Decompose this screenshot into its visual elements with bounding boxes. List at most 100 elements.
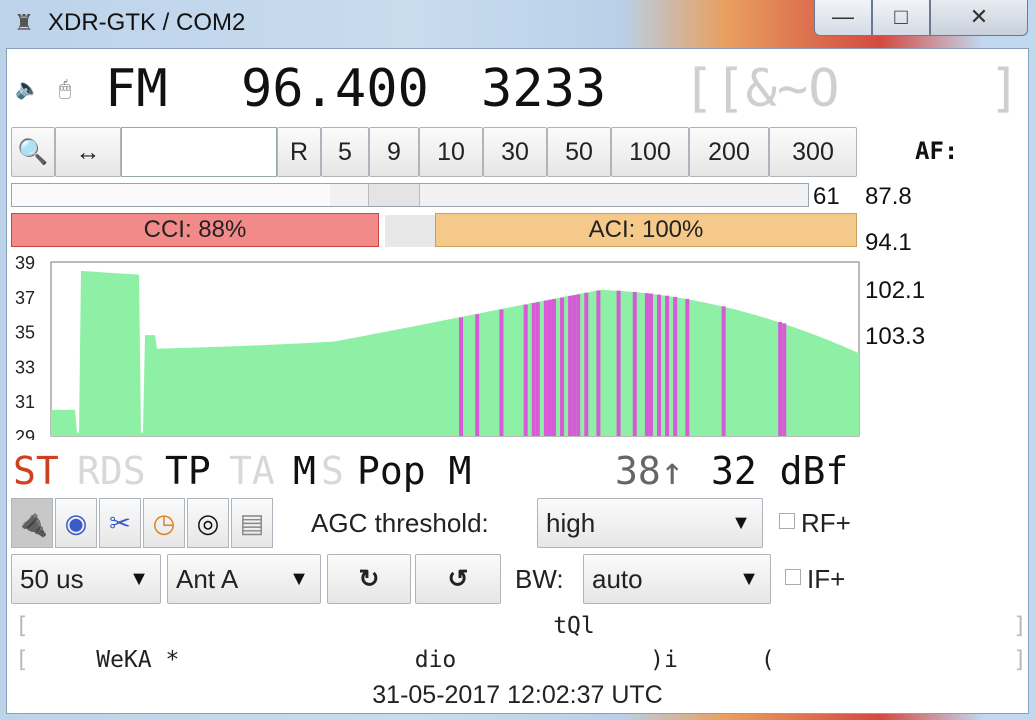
rotate-ccw-button[interactable]: ↺ [415,554,501,604]
step-100-button[interactable]: 100 [611,127,689,177]
step-9-button[interactable]: 9 [369,127,419,177]
deemphasis-select[interactable]: 50 us ▼ [11,554,161,604]
swap-button[interactable]: ↔ [55,127,121,177]
minimize-button[interactable]: — [814,0,872,36]
stereo-indicator: ST [13,449,59,493]
wireless-icon: ◉ [64,508,88,538]
speech-indicator: S [321,449,344,493]
spectrum-highlight-bar [782,323,787,436]
step-200-button[interactable]: 200 [689,127,769,177]
signal-level-handle[interactable] [368,184,420,206]
bw-label: BW: [515,564,564,594]
spectrum-highlight-bar [560,297,565,436]
clipboard-icon: ▤ [239,508,265,538]
spectrum-highlight-bar [475,314,480,436]
step-300-button[interactable]: 300 [769,127,857,177]
spectrum-highlight-bar [459,317,464,436]
signal-level-bar [11,183,809,207]
app-icon: ♜ [14,10,34,35]
spectrum-highlight-bar [551,299,556,436]
app-window: ♜ XDR-GTK / COM2 — □ ✕ 🔈 🖱 FM 96.400 323… [0,0,1035,720]
peak-level: 38↑ [615,449,684,493]
close-button[interactable]: ✕ [930,0,1028,36]
y-tick-label: 29 [15,427,35,440]
step-50-button[interactable]: 50 [547,127,611,177]
main-panel: 🔈 🖱 FM 96.400 3233 [[&~O ] 🔍 ↔ R 5 9 10 … [6,48,1029,714]
frequency-display[interactable]: 96.400 [241,59,429,119]
timestamp: 31-05-2017 12:02:37 UTC [372,681,663,709]
spectrum-highlight-bar [547,299,552,436]
if-plus-label: IF+ [807,564,846,594]
y-tick-label: 37 [15,288,35,308]
spectrum-highlight-bar [673,296,678,436]
af-label: AF: [915,137,959,165]
spectrum-highlight-bar [778,321,783,436]
signal-level-dbf: 32 dBf [711,449,849,493]
radiotext-line-1: tQl [27,613,595,639]
spectrum-highlight-bar [523,304,528,436]
radiotext-line-2: WeKA * dio )i ( [27,647,775,673]
scheduler-button[interactable]: ◷ [143,498,185,548]
agc-select[interactable]: high ▼ [537,498,763,548]
settings-button[interactable]: ✂ [99,498,141,548]
ta-indicator: TA [229,449,275,493]
aci-label: ACI: 100% [588,216,704,243]
spectrum-highlight-bar [721,306,726,436]
if-plus-checkbox[interactable] [785,569,801,585]
connect-button[interactable]: 🔌 [11,498,53,548]
cci-bar: CCI: 88% [11,213,379,247]
speaker-icon[interactable]: 🔈 [15,77,40,101]
pattern-button[interactable]: ◎ [187,498,229,548]
frequency-input[interactable] [121,127,277,177]
spectrum-highlight-bar [572,295,577,436]
step-30-button[interactable]: 30 [483,127,547,177]
spectrum-highlight-bar [543,300,548,436]
spectrum-highlight-bar [531,303,536,436]
clock-icon: ◷ [152,508,176,538]
step-r-button[interactable]: R [277,127,321,177]
agc-label: AGC threshold: [311,508,489,538]
spectrum-graph[interactable]: 39 37 35 33 31 29 [7,254,863,440]
af-item[interactable]: 94.1 [865,229,912,257]
rotate-cw-button[interactable]: ↻ [327,554,411,604]
signal-level-value: 61 [813,183,840,210]
step-5-button[interactable]: 5 [321,127,369,177]
plug-icon: 🔌 [15,508,49,538]
af-item[interactable]: 87.8 [865,183,912,211]
window-title: XDR-GTK / COM2 [48,9,246,36]
af-item[interactable]: 103.3 [865,323,925,351]
pty-label: Pop M [357,449,472,493]
step-10-button[interactable]: 10 [419,127,483,177]
maximize-button[interactable]: □ [872,0,930,36]
y-tick-label: 39 [15,254,35,273]
clipboard-button[interactable]: ▤ [231,498,273,548]
y-tick-label: 31 [15,392,35,412]
rds-indicator: RDS [77,449,146,493]
spectrum-highlight-bar [596,290,601,436]
y-tick-label: 35 [15,323,35,343]
search-icon: 🔍 [17,138,49,166]
tools-icon: ✂ [109,508,131,538]
af-item[interactable]: 102.1 [865,277,925,305]
bandwidth-value: auto [592,564,643,594]
spectrum-highlight-bar [576,294,581,436]
music-indicator: M [293,449,316,493]
mode-label: FM [105,59,168,119]
disc-icon: ◎ [196,508,220,538]
antenna-select[interactable]: Ant A ▼ [167,554,321,604]
bandwidth-select[interactable]: auto ▼ [583,554,771,604]
pi-code: 3233 [481,59,607,119]
chevron-down-icon: ▼ [739,568,759,590]
chevron-down-icon: ▼ [731,512,751,534]
mouse-icon[interactable]: 🖱 [59,77,71,101]
scan-button[interactable]: ◉ [55,498,97,548]
signal-level-fill [12,184,331,206]
spectrum-highlight-bar [499,309,504,436]
chevron-down-icon: ▼ [129,568,149,590]
search-button[interactable]: 🔍 [11,127,55,177]
spectrum-highlight-bar [685,298,690,436]
y-tick-label: 33 [15,357,35,377]
title-bar[interactable]: ♜ XDR-GTK / COM2 — □ ✕ [0,0,1035,48]
rf-plus-checkbox[interactable] [779,513,795,529]
spectrum-highlight-bar [648,293,653,436]
